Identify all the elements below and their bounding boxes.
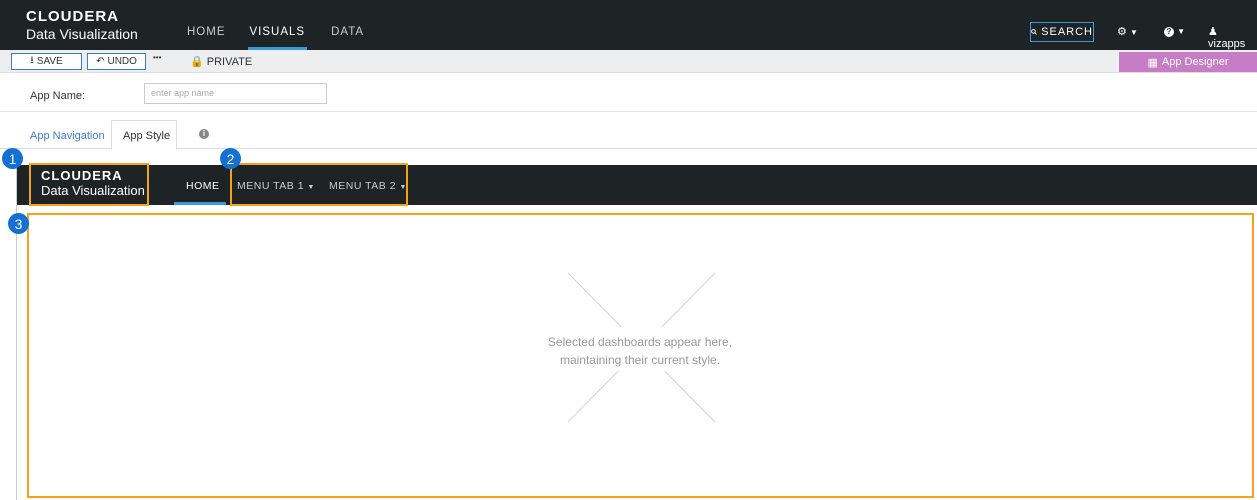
callout-badge-1: 1 (2, 148, 23, 169)
placeholder-line-1: Selected dashboards appear here, (547, 335, 733, 349)
callout-badge-3: 3 (8, 213, 29, 234)
user-name: vizapps (1208, 38, 1246, 50)
main-nav: HOME VISUALS DATA (187, 0, 388, 50)
editor-toolbar: ⭳ SAVE ↶ UNDO ••• 🔒 PRIVATE (0, 50, 1257, 73)
help-menu[interactable]: ? ▼ (1164, 25, 1185, 37)
nav-home[interactable]: HOME (187, 0, 226, 50)
app-name-input[interactable]: enter app name (144, 83, 327, 104)
private-toggle[interactable]: 🔒 PRIVATE (190, 55, 252, 68)
placeholder-line-2: maintaining their current style. (559, 353, 721, 367)
grid-icon: ▦ (1147, 56, 1158, 69)
info-icon[interactable]: i (199, 129, 209, 139)
preview-menu-home[interactable]: HOME (174, 165, 226, 205)
save-button[interactable]: ⭳ SAVE (11, 53, 82, 70)
chevron-down-icon: ▼ (1129, 28, 1138, 37)
app-name-row: App Name: enter app name (0, 73, 1257, 112)
logo-brand: CLOUDERA (26, 8, 119, 25)
app-designer-label: App Designer (1161, 56, 1229, 68)
highlight-logo (29, 163, 149, 206)
search-button[interactable]: SEARCH (1030, 22, 1094, 42)
app-designer-button[interactable]: ▦ App Designer (1119, 52, 1257, 72)
more-options-button[interactable]: ••• (153, 53, 161, 62)
undo-label: UNDO (107, 56, 137, 67)
tab-app-style[interactable]: App Style (111, 120, 177, 150)
tabs-divider (0, 148, 1257, 149)
tab-app-style-label: App Style (123, 130, 171, 142)
nav-visuals[interactable]: VISUALS (247, 0, 308, 50)
logo-subtitle: Data Visualization (26, 26, 138, 42)
dashboard-placeholder-text: Selected dashboards appear here, maintai… (520, 333, 760, 369)
preview-menu-home-label: HOME (186, 180, 220, 192)
nav-data[interactable]: DATA (331, 0, 364, 50)
callout-badge-2: 2 (220, 148, 241, 169)
search-label: SEARCH (1041, 26, 1093, 38)
gear-icon: ⚙ (1117, 26, 1127, 38)
chevron-down-icon: ▼ (1177, 27, 1185, 36)
private-label: PRIVATE (206, 56, 253, 68)
undo-button[interactable]: ↶ UNDO (87, 53, 146, 70)
save-label: SAVE (36, 56, 63, 67)
highlight-menu-tabs (230, 163, 408, 206)
app-name-label: App Name: (30, 90, 86, 102)
lock-icon: 🔒 (190, 56, 204, 68)
user-menu[interactable]: ♟ vizapps (1208, 25, 1257, 50)
top-nav-bar: CLOUDERA Data Visualization HOME VISUALS… (0, 0, 1257, 50)
preview-nav-bar: CLOUDERA Data Visualization HOME MENU TA… (17, 165, 1257, 205)
settings-menu[interactable]: ⚙ ▼ (1117, 25, 1138, 38)
app-logo[interactable]: CLOUDERA Data Visualization (26, 9, 138, 41)
tab-app-navigation[interactable]: App Navigation (30, 130, 105, 142)
search-icon (1031, 29, 1037, 35)
help-icon: ? (1164, 27, 1174, 37)
user-icon: ♟ (1208, 26, 1218, 38)
save-icon: ⭳ (30, 55, 34, 66)
undo-icon: ↶ (96, 56, 105, 67)
